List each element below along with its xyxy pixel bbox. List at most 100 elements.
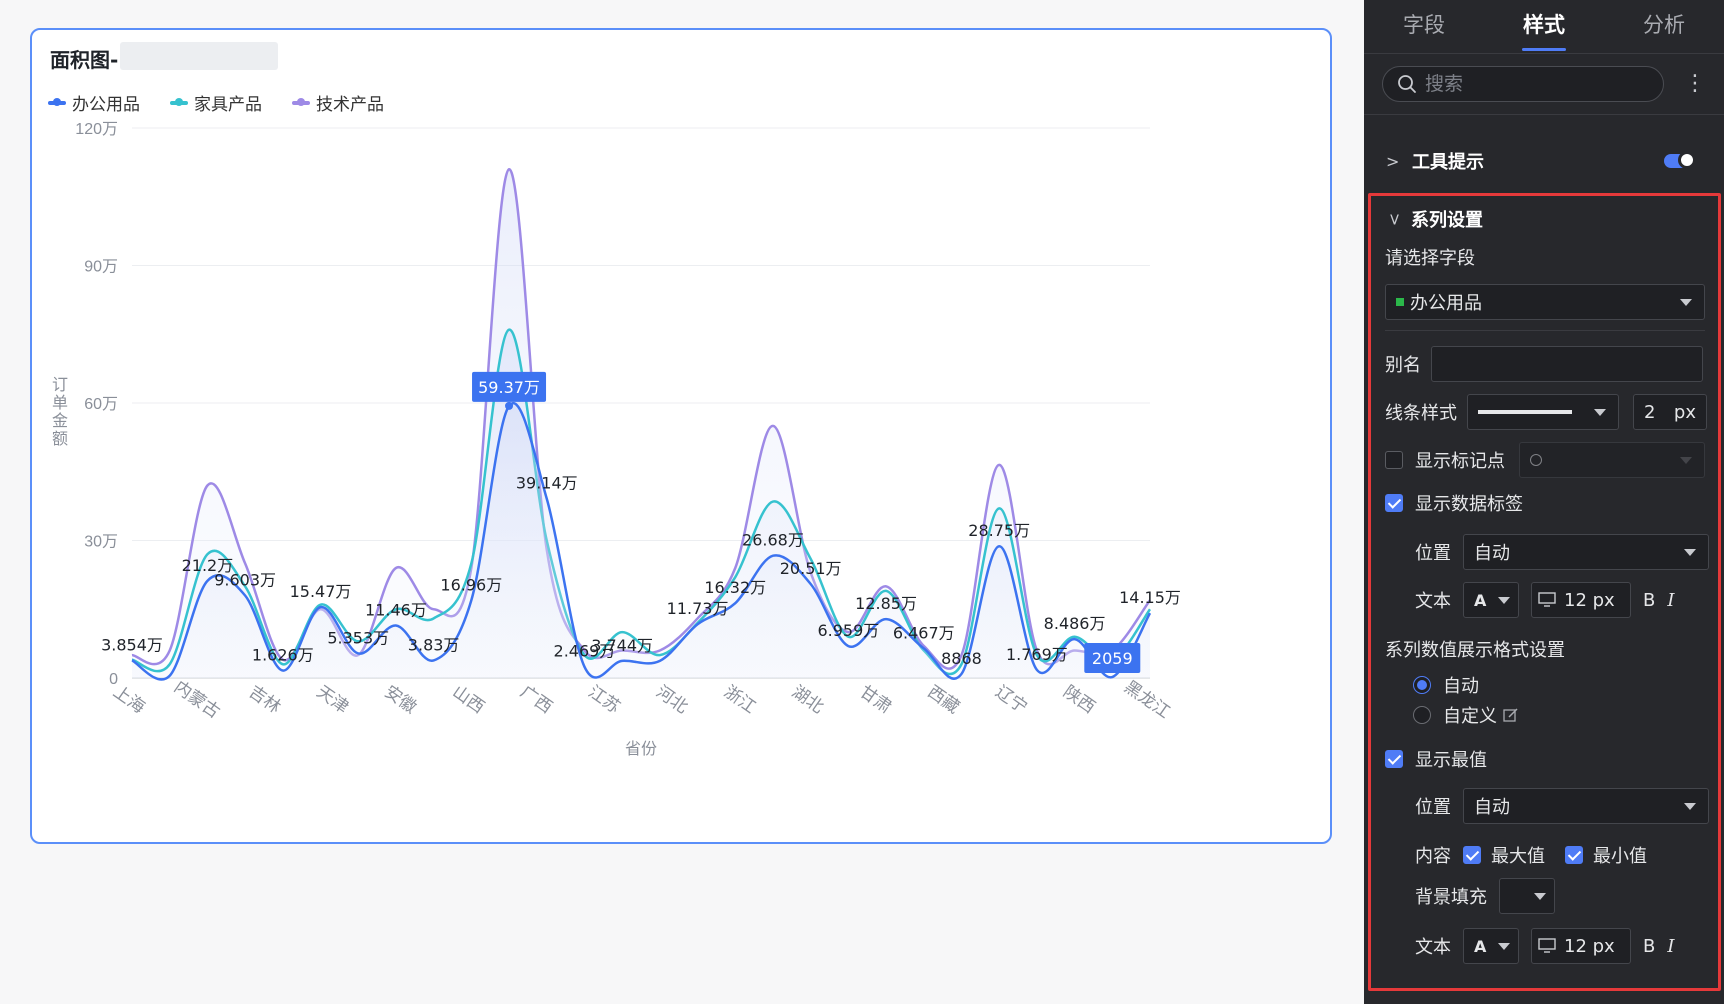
area-chart[interactable]: 030万60万90万120万订单金额上海 内蒙古 吉林 天津 安徽 山西 广西 江苏 河北 浙江湖…: [32, 30, 1330, 842]
field-select[interactable]: 办公用品: [1385, 284, 1705, 320]
monitor-icon: [1538, 938, 1556, 953]
position-value: 自动: [1474, 543, 1510, 564]
x-tick-label: 安徽: [381, 682, 420, 718]
font-size-input[interactable]: 12 px: [1531, 582, 1631, 618]
y-tick-label: 90万: [84, 259, 118, 276]
format-custom-row[interactable]: 自定义: [1413, 702, 1519, 728]
y-axis-label: 单: [52, 393, 68, 412]
style-panel: 字段 样式 分析 ⋮ > 工具提示 > 系列设置 请选择字段 办公用品: [1364, 0, 1724, 1004]
field-color-icon: [1396, 298, 1404, 306]
more-icon[interactable]: ⋮: [1684, 72, 1706, 96]
format-auto-row[interactable]: 自动: [1413, 672, 1479, 698]
data-label: 12.85万: [855, 594, 917, 613]
x-tick-label: 辽宁: [991, 682, 1030, 718]
font-color-select[interactable]: A: [1463, 582, 1519, 618]
y-tick-label: 120万: [75, 121, 118, 138]
line-style-label: 线条样式: [1385, 403, 1457, 424]
position-label: 位置: [1415, 543, 1451, 564]
y-axis-label: 订: [52, 375, 68, 394]
format-auto-label: 自动: [1443, 676, 1479, 697]
show-extreme-label: 显示最值: [1415, 750, 1487, 771]
italic-toggle[interactable]: I: [1667, 936, 1674, 957]
marker-shape-select[interactable]: [1519, 442, 1705, 478]
data-label: 1.769万: [1006, 645, 1068, 664]
data-label: 15.47万: [290, 582, 352, 601]
data-label: 28.75万: [968, 521, 1030, 540]
font-size-value: 12 px: [1564, 935, 1615, 957]
alias-input[interactable]: [1431, 346, 1703, 382]
position-value: 自动: [1474, 797, 1510, 818]
data-label: 8868: [941, 649, 982, 668]
series-section-header[interactable]: > 系列设置: [1385, 206, 1484, 232]
caret-down-icon: [1680, 457, 1692, 464]
x-axis-label: 省份: [625, 739, 657, 758]
label-position-select[interactable]: 自动: [1463, 534, 1709, 570]
y-tick-label: 0: [109, 671, 118, 688]
x-tick-label: 甘肃: [856, 682, 895, 718]
italic-toggle[interactable]: I: [1667, 590, 1674, 611]
data-label: 39.14万: [516, 474, 578, 493]
font-color-select[interactable]: A: [1463, 928, 1519, 964]
show-extreme-checkbox[interactable]: [1385, 750, 1403, 768]
tooltip-section-header[interactable]: > 工具提示: [1386, 146, 1706, 176]
extreme-position-select[interactable]: 自动: [1463, 788, 1709, 824]
chevron-down-icon: >: [1385, 212, 1405, 226]
bg-fill-select[interactable]: [1499, 878, 1555, 914]
label-text-row: 文本 A 12 px B I: [1415, 582, 1674, 618]
format-custom-radio[interactable]: [1413, 706, 1431, 724]
data-label: 16.96万: [440, 575, 502, 594]
bold-toggle[interactable]: B: [1643, 590, 1655, 611]
label-position-row: 位置 自动: [1415, 534, 1709, 570]
divider: [1364, 114, 1724, 115]
field-select-row: 办公用品: [1385, 284, 1705, 320]
divider: [1385, 330, 1705, 331]
section-title: 工具提示: [1412, 152, 1484, 173]
tab-analysis[interactable]: 分析: [1604, 0, 1724, 53]
tab-fields[interactable]: 字段: [1364, 0, 1484, 53]
caret-down-icon: [1498, 943, 1510, 950]
min-value-checkbox[interactable]: [1565, 846, 1583, 864]
x-tick-label: 广西: [516, 682, 555, 718]
format-auto-radio[interactable]: [1413, 676, 1431, 694]
edit-icon[interactable]: [1503, 707, 1519, 723]
tooltip-toggle[interactable]: [1664, 151, 1696, 169]
extreme-position-row: 位置 自动: [1415, 788, 1709, 824]
data-label: 5.353万: [327, 628, 389, 647]
data-label: 11.46万: [365, 600, 427, 619]
show-data-label-checkbox[interactable]: [1385, 494, 1403, 512]
circle-icon: [1530, 454, 1542, 466]
tab-style[interactable]: 样式: [1484, 0, 1604, 53]
line-style-select[interactable]: [1467, 394, 1619, 430]
line-width-input[interactable]: 2 px: [1633, 394, 1707, 430]
data-label: 11.73万: [667, 599, 729, 618]
show-marker-row: 显示标记点: [1385, 442, 1705, 478]
max-value-label: 59.37万: [478, 378, 540, 397]
x-tick-label: 陕西: [1059, 682, 1098, 718]
font-size-value: 12 px: [1564, 589, 1615, 611]
alias-label: 别名: [1385, 355, 1421, 376]
bold-toggle[interactable]: B: [1643, 936, 1655, 957]
data-label: 6.959万: [817, 621, 879, 640]
choose-field-row: 请选择字段: [1385, 244, 1475, 270]
caret-down-icon: [1680, 299, 1692, 306]
text-label: 文本: [1415, 591, 1451, 612]
x-tick-label: 西藏: [924, 682, 963, 718]
search-input[interactable]: [1425, 73, 1645, 95]
data-label: 14.15万: [1119, 588, 1181, 607]
caret-down-icon: [1594, 409, 1606, 416]
x-tick-label: 天津: [313, 682, 352, 718]
data-label: 20.51万: [780, 559, 842, 578]
extreme-content-row: 内容 最大值 最小值: [1415, 842, 1647, 868]
chart-card: 面积图- 办公用品 家具产品 技术产品 0 30万 60万 90万 120万订单金额上海…: [30, 28, 1332, 844]
chevron-right-icon: >: [1386, 151, 1400, 171]
show-extreme-row: 显示最值: [1385, 746, 1487, 772]
show-marker-checkbox[interactable]: [1385, 451, 1403, 469]
x-tick-label: 内蒙古: [170, 677, 223, 723]
max-value-checkbox[interactable]: [1463, 846, 1481, 864]
search-box[interactable]: [1382, 66, 1664, 102]
x-tick-label: 山西: [449, 682, 488, 718]
font-size-input[interactable]: 12 px: [1531, 928, 1631, 964]
data-label: 3.83万: [408, 635, 460, 654]
caret-down-icon: [1498, 597, 1510, 604]
font-color-icon: A: [1474, 590, 1487, 610]
